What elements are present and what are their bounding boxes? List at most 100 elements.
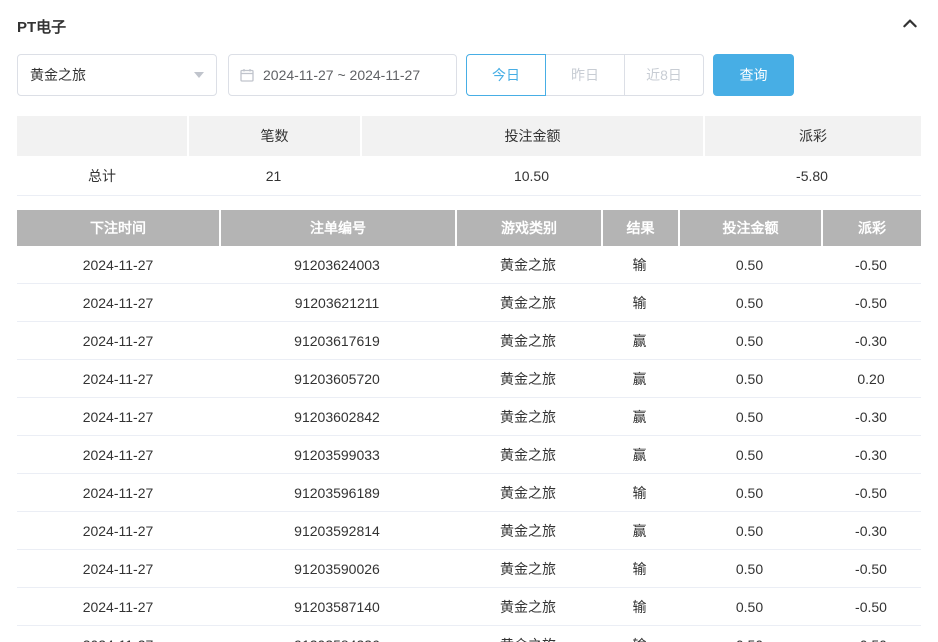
cell-bet-time: 2024-11-27: [17, 474, 219, 512]
table-row: 2024-11-27 91203584236 黄金之旅 输 0.50 -0.50: [17, 626, 921, 642]
cell-game-type: 黄金之旅: [455, 512, 601, 550]
table-row: 2024-11-27 91203590026 黄金之旅 输 0.50 -0.50: [17, 550, 921, 588]
cell-result: 输: [601, 550, 678, 588]
header-result: 结果: [601, 210, 678, 246]
cell-game-type: 黄金之旅: [455, 588, 601, 626]
cell-game-type: 黄金之旅: [455, 322, 601, 360]
cell-order-id: 91203602842: [219, 398, 455, 436]
cell-bet-time: 2024-11-27: [17, 398, 219, 436]
summary-total-bet-amount: 10.50: [360, 156, 703, 196]
cell-bet-time: 2024-11-27: [17, 284, 219, 322]
cell-game-type: 黄金之旅: [455, 474, 601, 512]
cell-order-id: 91203624003: [219, 246, 455, 284]
cell-bet-amount: 0.50: [678, 398, 821, 436]
cell-result: 输: [601, 284, 678, 322]
cell-game-type: 黄金之旅: [455, 360, 601, 398]
date-range-input[interactable]: 2024-11-27 ~ 2024-11-27: [228, 54, 457, 96]
cell-result: 赢: [601, 398, 678, 436]
cell-order-id: 91203584236: [219, 626, 455, 642]
date-range-value: 2024-11-27 ~ 2024-11-27: [263, 67, 421, 83]
cell-result: 输: [601, 246, 678, 284]
table-row: 2024-11-27 91203599033 黄金之旅 赢 0.50 -0.30: [17, 436, 921, 474]
chevron-down-icon: [194, 72, 204, 78]
cell-result: 赢: [601, 360, 678, 398]
cell-payout: -0.50: [821, 626, 921, 642]
header-bet-time: 下注时间: [17, 210, 219, 246]
cell-bet-amount: 0.50: [678, 626, 821, 642]
cell-game-type: 黄金之旅: [455, 284, 601, 322]
cell-bet-time: 2024-11-27: [17, 246, 219, 284]
cell-payout: -0.50: [821, 588, 921, 626]
table-row: 2024-11-27 91203596189 黄金之旅 输 0.50 -0.50: [17, 474, 921, 512]
cell-game-type: 黄金之旅: [455, 246, 601, 284]
cell-bet-amount: 0.50: [678, 360, 821, 398]
cell-bet-time: 2024-11-27: [17, 512, 219, 550]
table-row: 2024-11-27 91203621211 黄金之旅 输 0.50 -0.50: [17, 284, 921, 322]
summary-table: 笔数 投注金额 派彩 总计 21 10.50 -5.80: [17, 116, 921, 196]
cell-payout: -0.50: [821, 246, 921, 284]
cell-game-type: 黄金之旅: [455, 626, 601, 642]
cell-bet-amount: 0.50: [678, 512, 821, 550]
cell-payout: -0.50: [821, 550, 921, 588]
cell-game-type: 黄金之旅: [455, 436, 601, 474]
summary-total-row: 总计 21 10.50 -5.80: [17, 156, 921, 196]
today-button[interactable]: 今日: [466, 54, 546, 96]
cell-bet-amount: 0.50: [678, 436, 821, 474]
table-row: 2024-11-27 91203617619 黄金之旅 赢 0.50 -0.30: [17, 322, 921, 360]
calendar-icon: [239, 67, 255, 83]
cell-bet-time: 2024-11-27: [17, 588, 219, 626]
cell-bet-amount: 0.50: [678, 474, 821, 512]
cell-order-id: 91203590026: [219, 550, 455, 588]
yesterday-button[interactable]: 昨日: [545, 54, 625, 96]
cell-bet-amount: 0.50: [678, 284, 821, 322]
cell-game-type: 黄金之旅: [455, 550, 601, 588]
cell-payout: -0.50: [821, 284, 921, 322]
cell-result: 赢: [601, 436, 678, 474]
cell-bet-amount: 0.50: [678, 550, 821, 588]
header-bet-amount: 投注金额: [678, 210, 821, 246]
summary-total-count: 21: [187, 156, 360, 196]
cell-payout: 0.20: [821, 360, 921, 398]
cell-result: 赢: [601, 322, 678, 360]
cell-result: 输: [601, 474, 678, 512]
cell-order-id: 91203592814: [219, 512, 455, 550]
game-select-value: 黄金之旅: [30, 67, 86, 83]
chevron-up-icon: [901, 15, 919, 38]
summary-header-empty: [17, 116, 187, 156]
filter-bar: 黄金之旅 2024-11-27 ~ 2024-11-27 今日 昨日 近8日 查…: [17, 54, 921, 96]
cell-bet-amount: 0.50: [678, 246, 821, 284]
cell-order-id: 91203599033: [219, 436, 455, 474]
cell-result: 赢: [601, 512, 678, 550]
summary-header-count: 笔数: [187, 116, 360, 156]
summary-header-bet-amount: 投注金额: [360, 116, 703, 156]
cell-order-id: 91203617619: [219, 322, 455, 360]
bet-table-header-row: 下注时间 注单编号 游戏类别 结果 投注金额 派彩: [17, 210, 921, 246]
summary-total-label: 总计: [17, 156, 187, 196]
summary-header-row: 笔数 投注金额 派彩: [17, 116, 921, 156]
cell-payout: -0.30: [821, 512, 921, 550]
cell-payout: -0.30: [821, 436, 921, 474]
cell-bet-amount: 0.50: [678, 322, 821, 360]
table-row: 2024-11-27 91203602842 黄金之旅 赢 0.50 -0.30: [17, 398, 921, 436]
header-payout: 派彩: [821, 210, 921, 246]
cell-order-id: 91203621211: [219, 284, 455, 322]
header-game-type: 游戏类别: [455, 210, 601, 246]
cell-bet-time: 2024-11-27: [17, 626, 219, 642]
panel-header: PT电子: [17, 0, 921, 54]
last-8-days-button[interactable]: 近8日: [624, 54, 704, 96]
game-select[interactable]: 黄金之旅: [17, 54, 217, 96]
bet-table: 下注时间 注单编号 游戏类别 结果 投注金额 派彩 2024-11-27 912…: [17, 210, 921, 642]
cell-order-id: 91203587140: [219, 588, 455, 626]
cell-bet-time: 2024-11-27: [17, 436, 219, 474]
bet-table-body: 2024-11-27 91203624003 黄金之旅 输 0.50 -0.50…: [17, 246, 921, 642]
cell-payout: -0.50: [821, 474, 921, 512]
table-row: 2024-11-27 91203587140 黄金之旅 输 0.50 -0.50: [17, 588, 921, 626]
pt-games-panel: PT电子 黄金之旅 2024-11-27 ~ 2024-11-27 今日 昨日 …: [0, 0, 938, 642]
cell-bet-time: 2024-11-27: [17, 360, 219, 398]
cell-bet-time: 2024-11-27: [17, 550, 219, 588]
cell-payout: -0.30: [821, 322, 921, 360]
collapse-button[interactable]: [899, 13, 921, 40]
cell-payout: -0.30: [821, 398, 921, 436]
cell-game-type: 黄金之旅: [455, 398, 601, 436]
search-button[interactable]: 查询: [713, 54, 794, 96]
